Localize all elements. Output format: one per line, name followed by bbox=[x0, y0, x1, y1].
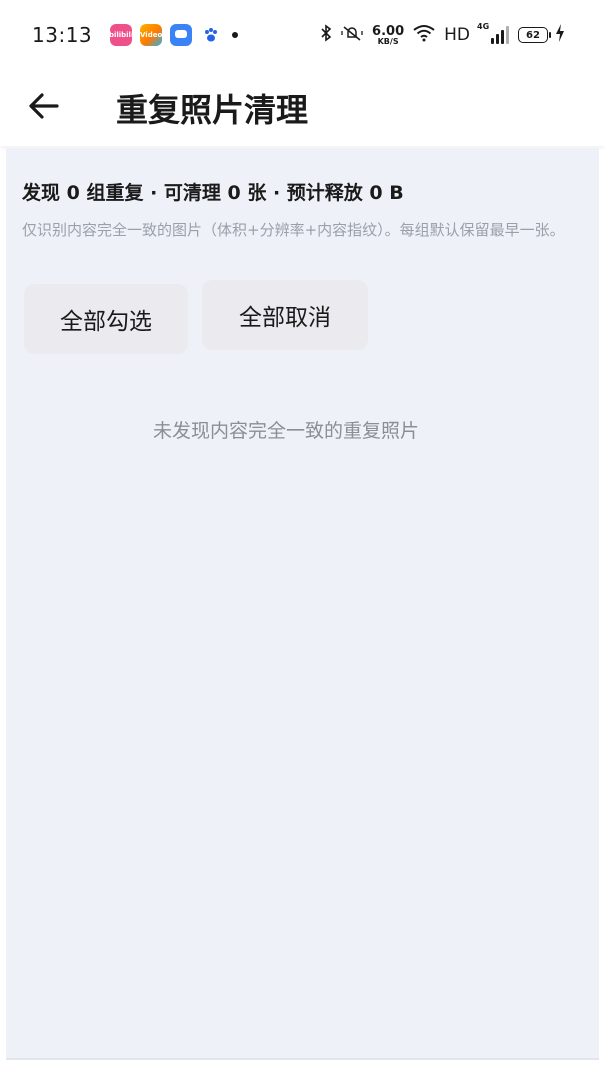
screen: 13:13 bilibili Video 6.00 KB/S HD 4G 62 … bbox=[0, 0, 605, 1076]
wifi-icon bbox=[413, 24, 435, 46]
deselect-all-button[interactable]: 全部取消 bbox=[202, 280, 368, 350]
duplicate-summary: 发现 0 组重复 · 可清理 0 张 · 预计释放 0 B bbox=[22, 182, 404, 204]
hd-indicator: HD bbox=[444, 25, 470, 45]
network-speed-value: 6.00 bbox=[372, 23, 405, 39]
mute-vibrate-icon bbox=[341, 24, 363, 46]
page-title: 重复照片清理 bbox=[116, 91, 309, 129]
empty-state-message: 未发现内容完全一致的重复照片 bbox=[152, 420, 419, 442]
battery-icon: 62 bbox=[518, 27, 551, 43]
signal-icon: 4G bbox=[477, 22, 509, 44]
status-bar-left: 13:13 bilibili Video bbox=[32, 23, 239, 47]
arrow-left-icon bbox=[28, 92, 60, 124]
detection-hint: 仅识别内容完全一致的图片（体积+分辨率+内容指纹）。每组默认保留最早一张。 bbox=[22, 221, 565, 239]
back-button[interactable] bbox=[14, 78, 74, 138]
status-time: 13:13 bbox=[32, 23, 93, 47]
battery-level: 62 bbox=[526, 29, 540, 41]
baidu-paw-icon bbox=[200, 24, 223, 46]
status-bar-right: 6.00 KB/S HD 4G 62 bbox=[320, 22, 565, 46]
bottom-divider bbox=[6, 1058, 599, 1060]
network-speed: 6.00 KB/S bbox=[372, 25, 404, 46]
network-speed-unit: KB/S bbox=[377, 36, 399, 46]
notification-dot-icon bbox=[232, 32, 239, 38]
status-bar: 13:13 bilibili Video 6.00 KB/S HD 4G 62 bbox=[0, 0, 605, 70]
charging-icon bbox=[555, 24, 565, 46]
bilibili-app-icon: bilibili bbox=[110, 24, 133, 46]
chat-app-icon bbox=[170, 24, 193, 46]
select-all-button[interactable]: 全部勾选 bbox=[24, 284, 188, 354]
video-app-icon: Video bbox=[140, 24, 163, 46]
network-type: 4G bbox=[477, 22, 490, 31]
main-content: 发现 0 组重复 · 可清理 0 张 · 预计释放 0 B 仅识别内容完全一致的… bbox=[6, 148, 599, 1058]
app-bar: 重复照片清理 bbox=[0, 70, 605, 146]
bluetooth-icon bbox=[320, 24, 332, 46]
